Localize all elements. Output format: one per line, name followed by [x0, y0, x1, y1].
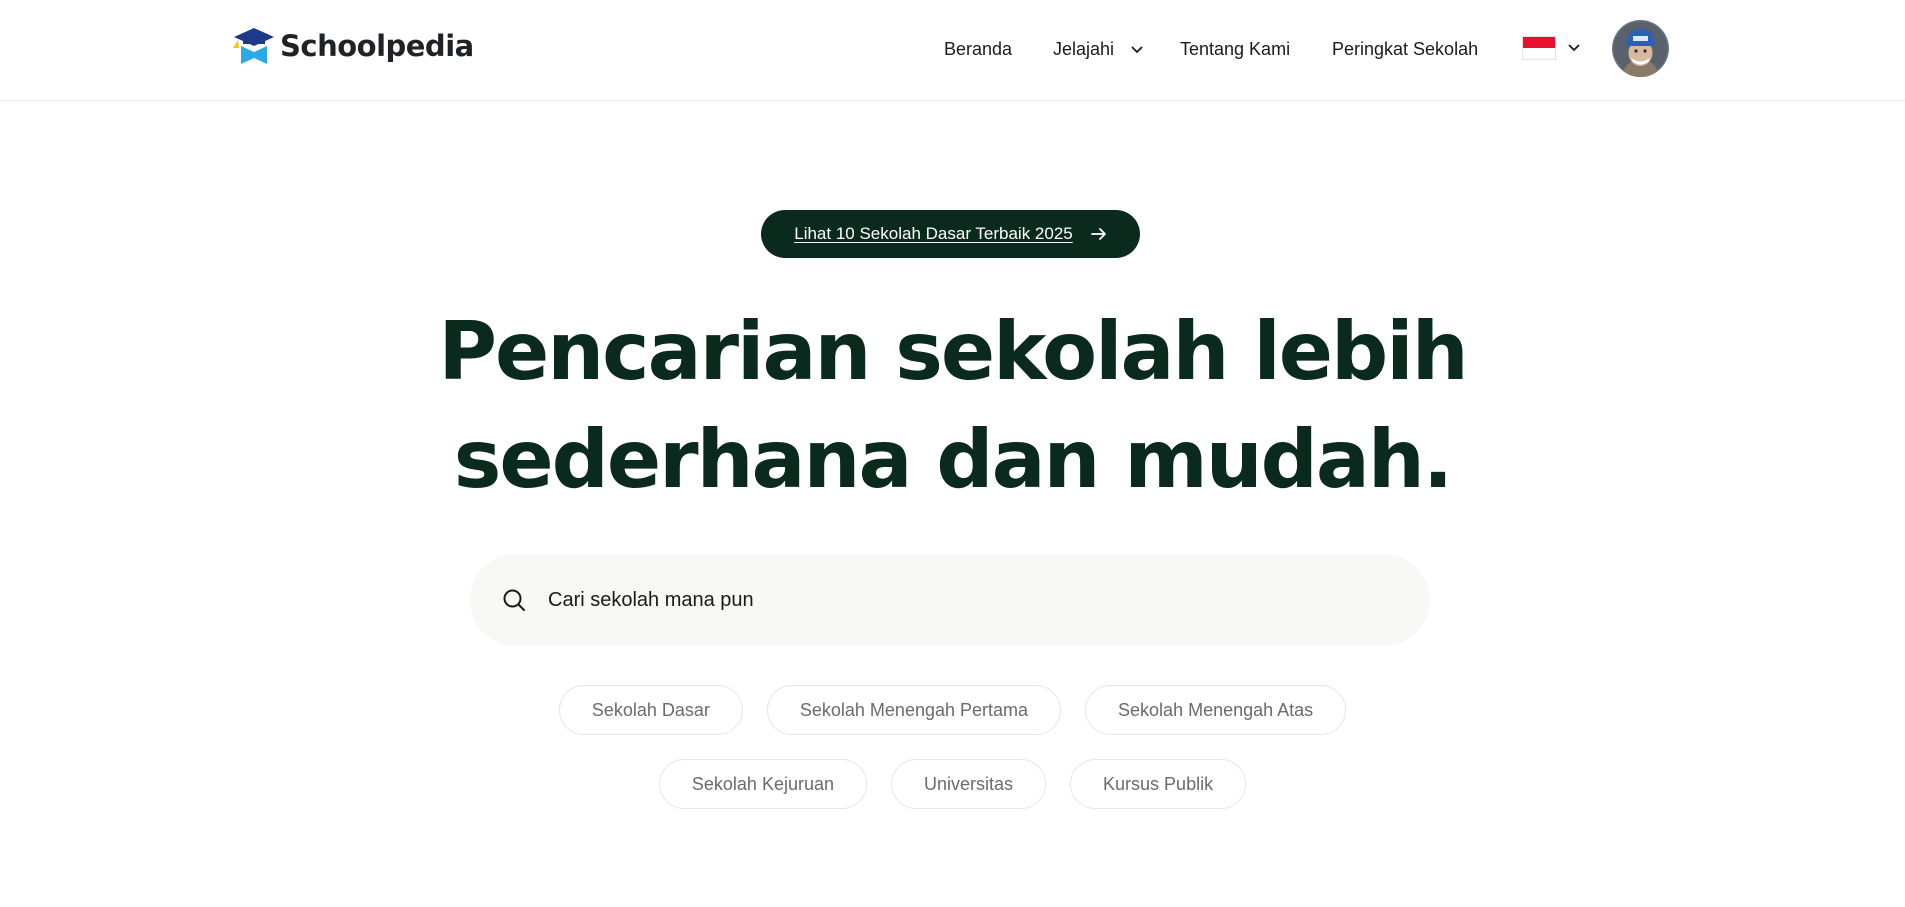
chip-kursus-publik[interactable]: Kursus Publik [1070, 759, 1247, 809]
indonesia-flag-icon [1522, 36, 1556, 60]
chip-sekolah-menengah-atas[interactable]: Sekolah Menengah Atas [1085, 685, 1347, 735]
logo-book-icon [233, 28, 274, 64]
language-selector[interactable] [1522, 36, 1580, 60]
top-navbar: Schoolpedia Beranda Jelajahi Tentang Kam… [0, 0, 1905, 101]
chip-sekolah-kejuruan[interactable]: Sekolah Kejuruan [658, 759, 867, 809]
hero-headline: Pencarian sekolah lebih sederhana dan mu… [0, 298, 1905, 514]
category-chips-row-1: Sekolah Dasar Sekolah Menengah Pertama S… [0, 685, 1905, 735]
nav-beranda[interactable]: Beranda [944, 37, 1012, 61]
search-bar[interactable] [470, 554, 1430, 646]
search-input[interactable] [548, 588, 1368, 612]
chip-sekolah-dasar[interactable]: Sekolah Dasar [558, 685, 743, 735]
headline-line-2: sederhana dan mudah. [453, 413, 1454, 506]
category-chips-row-2: Sekolah Kejuruan Universitas Kursus Publ… [0, 759, 1905, 809]
headline-line-1: Pencarian sekolah lebih [438, 305, 1468, 398]
chevron-down-icon [1568, 44, 1580, 52]
chip-universitas[interactable]: Universitas [891, 759, 1047, 809]
logo-wordmark: Schoolpedia [280, 29, 474, 63]
chevron-down-icon [1131, 46, 1143, 54]
promo-top10-button[interactable]: Lihat 10 Sekolah Dasar Terbaik 2025 [761, 210, 1140, 258]
search-icon [503, 589, 525, 611]
nav-tentang-kami[interactable]: Tentang Kami [1180, 37, 1290, 61]
chip-sekolah-menengah-pertama[interactable]: Sekolah Menengah Pertama [766, 685, 1062, 735]
arrow-right-icon [1090, 228, 1106, 240]
schoolpedia-logo[interactable]: Schoolpedia [230, 26, 474, 66]
promo-label: Lihat 10 Sekolah Dasar Terbaik 2025 [794, 224, 1073, 243]
user-avatar[interactable] [1612, 20, 1669, 77]
nav-peringkat-sekolah[interactable]: Peringkat Sekolah [1332, 37, 1478, 61]
nav-jelajahi-label: Jelajahi [1053, 39, 1115, 59]
avatar-image [1612, 20, 1669, 77]
nav-jelajahi[interactable]: Jelajahi [1053, 37, 1143, 61]
